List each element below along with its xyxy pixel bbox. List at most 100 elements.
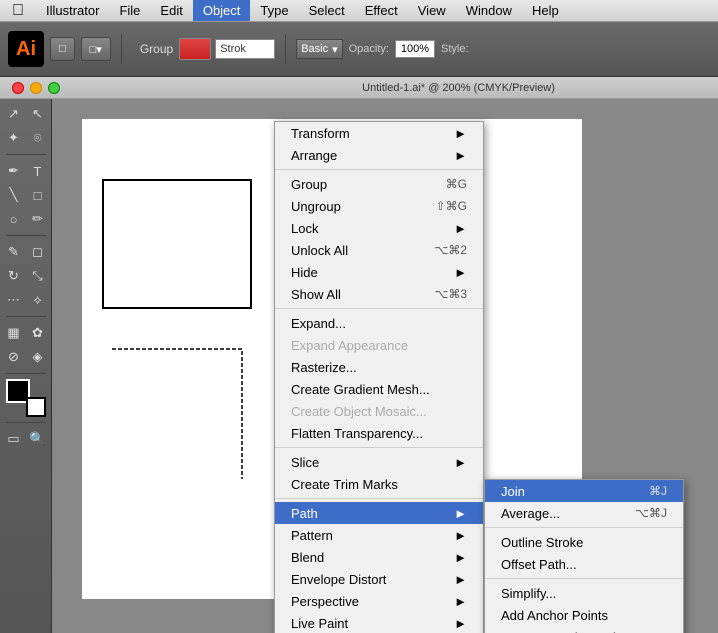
menu-type[interactable]: Type (250, 0, 298, 21)
stroke-color[interactable] (179, 38, 211, 60)
toolbar-separator-2 (285, 34, 286, 64)
path-offset-path[interactable]: Offset Path... (485, 553, 683, 575)
menu-unlock-all[interactable]: Unlock All ⌥⌘2 (275, 239, 483, 261)
zoom-tool[interactable]: 🔍 (27, 428, 49, 450)
apple-menu[interactable]:  (0, 0, 36, 21)
menu-sep (485, 578, 683, 579)
path-average[interactable]: Average... ⌥⌘J (485, 502, 683, 524)
tool-pair-eye: ⊘ ◈ (3, 346, 49, 368)
rotate-tool[interactable]: ↻ (3, 265, 25, 287)
width-tool[interactable]: ⟡ (27, 289, 49, 311)
maximize-btn[interactable] (48, 82, 60, 94)
menu-file[interactable]: File (109, 0, 150, 21)
arrow-icon: ► (454, 265, 467, 280)
path-simplify[interactable]: Simplify... (485, 582, 683, 604)
menu-select[interactable]: Select (299, 0, 355, 21)
blend-tool[interactable]: ◈ (27, 346, 49, 368)
opacity-value[interactable]: 100% (395, 40, 435, 58)
screen-mode-tool[interactable]: ▭ (3, 428, 25, 450)
menu-create-trim-marks[interactable]: Create Trim Marks (275, 473, 483, 495)
menu-sep (275, 169, 483, 170)
type-tool[interactable]: T (27, 160, 49, 182)
path-remove-anchor[interactable]: Remove Anchor Points (485, 626, 683, 633)
lasso-tool[interactable]: ⌾ (27, 127, 49, 149)
arrow-icon: ► (454, 550, 467, 565)
arrow-icon: ► (454, 148, 467, 163)
menu-group[interactable]: Group ⌘G (275, 173, 483, 195)
object-menu: Transform ► Arrange ► Group ⌘G Ungroup ⇧… (274, 121, 484, 633)
group-label: Group (140, 42, 173, 56)
stroke-value[interactable]: Strok (215, 39, 275, 59)
menu-object[interactable]: Object (193, 0, 251, 21)
line-tool[interactable]: ╲ (3, 184, 25, 206)
close-btn[interactable] (12, 82, 24, 94)
toolbar-btn-1[interactable]: □ (50, 37, 75, 61)
toolbar-separator-1 (121, 34, 122, 64)
menu-sep (275, 498, 483, 499)
color-tools (6, 379, 46, 417)
minimize-btn[interactable] (30, 82, 42, 94)
toolbar: Ai □ □▾ Group Strok Basic▾ Opacity: 100%… (0, 22, 718, 77)
menu-expand[interactable]: Expand... (275, 312, 483, 334)
tool-pair-pen: ✒ T (3, 160, 49, 182)
selection-tool[interactable]: ↗ (3, 103, 25, 125)
menu-live-paint[interactable]: Live Paint ► (275, 612, 483, 633)
menu-lock[interactable]: Lock ► (275, 217, 483, 239)
menu-blend[interactable]: Blend ► (275, 546, 483, 568)
eraser-tool[interactable]: ◻ (27, 241, 49, 263)
menu-rasterize[interactable]: Rasterize... (275, 356, 483, 378)
tool-pair-pencil: ✎ ◻ (3, 241, 49, 263)
chart-tool[interactable]: ▦ (3, 322, 25, 344)
arrow-icon: ► (454, 594, 467, 609)
stroke-color-swatch[interactable] (26, 397, 46, 417)
symbol-tool[interactable]: ✿ (27, 322, 49, 344)
menu-path[interactable]: Path ► (275, 502, 483, 524)
menu-effect[interactable]: Effect (355, 0, 408, 21)
menu-envelope-distort[interactable]: Envelope Distort ► (275, 568, 483, 590)
eyedropper-tool[interactable]: ⊘ (3, 346, 25, 368)
menu-sep (275, 447, 483, 448)
arrow-icon: ► (454, 528, 467, 543)
tool-pair-select: ↗ ↖ (3, 103, 49, 125)
tool-pair-magic: ✦ ⌾ (3, 127, 49, 149)
menu-pattern[interactable]: Pattern ► (275, 524, 483, 546)
magic-wand-tool[interactable]: ✦ (3, 127, 25, 149)
rect-tool[interactable]: □ (27, 184, 49, 206)
canvas-area: Transform ► Arrange ► Group ⌘G Ungroup ⇧… (52, 99, 718, 633)
brush-tool[interactable]: ✏ (27, 208, 49, 230)
basic-select[interactable]: Basic▾ (296, 39, 342, 59)
menu-view[interactable]: View (408, 0, 456, 21)
ellipse-tool[interactable]: ○ (3, 208, 25, 230)
path-add-anchor[interactable]: Add Anchor Points (485, 604, 683, 626)
direct-select-tool[interactable]: ↖ (27, 103, 49, 125)
pen-tool[interactable]: ✒ (3, 160, 25, 182)
menu-show-all[interactable]: Show All ⌥⌘3 (275, 283, 483, 305)
arrow-icon: ► (454, 572, 467, 587)
tool-pair-ellipse: ○ ✏ (3, 208, 49, 230)
menu-perspective[interactable]: Perspective ► (275, 590, 483, 612)
menu-ungroup[interactable]: Ungroup ⇧⌘G (275, 195, 483, 217)
opacity-label: Opacity: (349, 43, 389, 55)
menu-help[interactable]: Help (522, 0, 569, 21)
left-toolbar: ↗ ↖ ✦ ⌾ ✒ T ╲ □ ○ ✏ ✎ ◻ ↻ ⤡ ⋯ (0, 99, 52, 633)
menu-window[interactable]: Window (456, 0, 522, 21)
pencil-tool[interactable]: ✎ (3, 241, 25, 263)
menu-bar:  Illustrator File Edit Object Type Sele… (0, 0, 718, 22)
menu-expand-appearance: Expand Appearance (275, 334, 483, 356)
path-join[interactable]: Join ⌘J (485, 480, 683, 502)
menu-edit[interactable]: Edit (150, 0, 192, 21)
menu-slice[interactable]: Slice ► (275, 451, 483, 473)
path-outline-stroke[interactable]: Outline Stroke (485, 531, 683, 553)
warp-tool[interactable]: ⋯ (3, 289, 25, 311)
menu-illustrator[interactable]: Illustrator (36, 0, 109, 21)
tool-pair-line: ╲ □ (3, 184, 49, 206)
style-label: Style: (441, 43, 469, 55)
menu-arrange[interactable]: Arrange ► (275, 144, 483, 166)
menu-create-gradient-mesh[interactable]: Create Gradient Mesh... (275, 378, 483, 400)
menu-flatten-transparency[interactable]: Flatten Transparency... (275, 422, 483, 444)
menu-hide[interactable]: Hide ► (275, 261, 483, 283)
toolbar-btn-2[interactable]: □▾ (81, 37, 111, 61)
scale-tool[interactable]: ⤡ (27, 265, 49, 287)
menu-transform[interactable]: Transform ► (275, 122, 483, 144)
main-area: ↗ ↖ ✦ ⌾ ✒ T ╲ □ ○ ✏ ✎ ◻ ↻ ⤡ ⋯ (0, 99, 718, 633)
